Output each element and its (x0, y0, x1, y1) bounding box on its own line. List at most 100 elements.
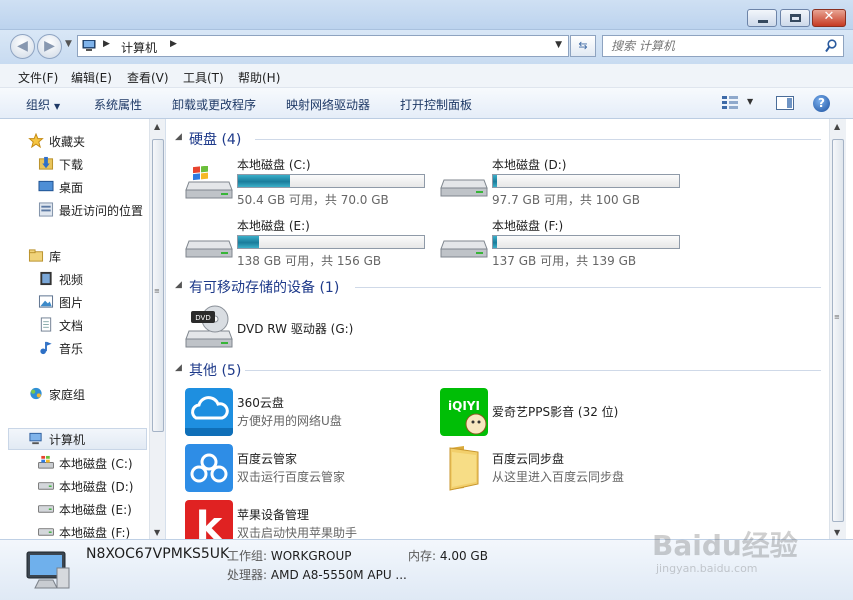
app-description: 从这里进入百度云同步盘 (492, 470, 625, 484)
drive-usage-bar (237, 174, 425, 188)
breadcrumb-separator-icon[interactable]: ▶ (103, 39, 110, 49)
drive-name: 本地磁盘 (D:) (492, 158, 567, 172)
navigation-scrollbar[interactable]: ▲ ≡ ▼ (149, 119, 165, 539)
hard-drive-icon (440, 240, 488, 258)
group-divider (255, 139, 821, 140)
search-box[interactable] (602, 35, 844, 57)
group-title: 有可移动存储的设备 (1) (189, 280, 340, 296)
collapse-caret-icon[interactable]: ◢ (175, 280, 182, 290)
collapse-caret-icon[interactable]: ◢ (175, 132, 182, 142)
scroll-thumb[interactable] (152, 139, 164, 432)
recent-places-icon (38, 202, 54, 217)
nav-label: 桌面 (59, 181, 84, 195)
breadcrumb-computer[interactable]: 计算机 (121, 39, 157, 56)
address-row: ◀ ▶ ▼ ▶ 计算机 ▶ ▼ ⇆ (0, 30, 853, 64)
drive-tile-f[interactable]: 本地磁盘 (F:) 137 GB 可用，共 139 GB (440, 217, 690, 272)
search-input[interactable] (603, 36, 813, 56)
menu-edit[interactable]: 编辑(E) (71, 69, 112, 86)
app-iqiyi[interactable]: iQIYI 爱奇艺PPS影音 (32 位) (440, 388, 690, 438)
nav-computer[interactable]: 计算机 (8, 428, 147, 450)
drive-name: 本地磁盘 (C:) (237, 158, 311, 172)
hard-drive-icon (38, 528, 54, 536)
menu-help[interactable]: 帮助(H) (238, 69, 280, 86)
breadcrumb-separator-icon[interactable]: ▶ (170, 39, 177, 49)
menu-bar: 文件(F) 编辑(E) 查看(V) 工具(T) 帮助(H) (0, 64, 853, 88)
maximize-button[interactable] (780, 9, 810, 27)
dvd-drive-icon: DVD (185, 305, 233, 348)
scroll-down-icon[interactable]: ▼ (154, 528, 160, 537)
change-view-icon[interactable] (722, 96, 740, 110)
computer-icon (29, 432, 42, 445)
video-icon (40, 271, 52, 286)
drive-name: 本地磁盘 (E:) (237, 219, 310, 233)
group-header-removable[interactable]: ◢ 有可移动存储的设备 (1) (175, 277, 821, 297)
uninstall-program-button[interactable]: 卸载或更改程序 (172, 96, 256, 113)
content-scrollbar[interactable]: ▲ ≡ ▼ (829, 119, 846, 539)
map-network-drive-button[interactable]: 映射网络驱动器 (286, 96, 370, 113)
nav-label: 音乐 (59, 342, 84, 356)
scroll-thumb[interactable] (832, 139, 844, 522)
view-options-dropdown-icon[interactable]: ▼ (747, 97, 753, 106)
system-properties-button[interactable]: 系统属性 (94, 96, 142, 113)
app-name: 苹果设备管理 (237, 508, 310, 522)
app-name: 360云盘 (237, 396, 284, 410)
close-button[interactable]: ✕ (812, 9, 846, 27)
baidu-cloud-icon (185, 444, 233, 492)
address-dropdown-icon[interactable]: ▼ (555, 40, 562, 50)
drive-usage-fill (493, 175, 498, 187)
hard-drive-icon (440, 179, 488, 197)
scroll-down-icon[interactable]: ▼ (834, 528, 840, 537)
app-baidu-cloud[interactable]: 百度云管家 双击运行百度云管家 (185, 444, 435, 494)
nav-label: 收藏夹 (49, 135, 86, 149)
recent-pages-button[interactable]: ▼ (65, 39, 72, 49)
menu-file[interactable]: 文件(F) (18, 69, 58, 86)
libraries-icon (28, 249, 44, 262)
dvd-drive-tile[interactable]: DVD DVD RW 驱动器 (G:) (185, 305, 435, 353)
group-header-hard-disks[interactable]: ◢ 硬盘 (4) (175, 129, 821, 149)
menu-tools[interactable]: 工具(T) (183, 69, 224, 86)
drive-tile-e[interactable]: 本地磁盘 (E:) 138 GB 可用，共 156 GB (185, 217, 435, 272)
computer-icon (82, 40, 96, 51)
processor-value: AMD A8-5550M APU ... (270, 568, 407, 582)
organize-button[interactable]: 组织 ▼ (26, 96, 60, 113)
group-header-other[interactable]: ◢ 其他 (5) (175, 360, 821, 380)
memory-label: 内存: (408, 549, 437, 563)
forward-button[interactable]: ▶ (37, 34, 62, 59)
windows-drive-icon (185, 166, 233, 199)
open-control-panel-button[interactable]: 打开控制面板 (400, 96, 472, 113)
app-name: 爱奇艺PPS影音 (32 位) (492, 405, 619, 419)
app-baidu-sync[interactable]: 百度云同步盘 从这里进入百度云同步盘 (440, 444, 690, 494)
homegroup-icon (30, 387, 42, 400)
computer-name: N8XOC67VPMKS5UK (86, 546, 230, 562)
scroll-up-icon[interactable]: ▲ (154, 122, 160, 131)
nav-label: 最近访问的位置 (59, 204, 144, 218)
collapse-caret-icon[interactable]: ◢ (175, 363, 182, 373)
nav-label: 本地磁盘 (E:) (59, 503, 132, 517)
address-bar[interactable]: ▶ 计算机 ▶ ▼ (77, 35, 569, 57)
windows-drive-icon (38, 455, 54, 469)
group-title: 硬盘 (4) (189, 132, 242, 148)
refresh-button[interactable]: ⇆ (570, 35, 596, 57)
workgroup-value: WORKGROUP (270, 549, 352, 563)
app-360-cloud[interactable]: 360云盘 方便好用的网络U盘 (185, 388, 435, 438)
back-button[interactable]: ◀ (10, 34, 35, 59)
nav-label: 视频 (59, 273, 84, 287)
content-pane: ◢ 硬盘 (4) 本地磁盘 (C:) 50.4 GB 可用，共 70.0 GB … (167, 119, 829, 539)
help-icon[interactable]: ? (813, 95, 830, 112)
preview-pane-icon[interactable] (776, 96, 794, 110)
back-arrow-icon: ◀ (17, 38, 28, 54)
navigation-pane: 收藏夹 下载 桌面 最近访问的位置 库 视频 图片 文档 音乐 家庭组 计算机 (0, 119, 166, 539)
star-icon (28, 133, 44, 148)
menu-view[interactable]: 查看(V) (127, 69, 169, 86)
search-icon[interactable] (825, 39, 837, 53)
scroll-up-icon[interactable]: ▲ (834, 122, 840, 131)
drive-tile-c[interactable]: 本地磁盘 (C:) 50.4 GB 可用，共 70.0 GB (185, 156, 435, 211)
music-note-icon (40, 341, 52, 355)
nav-label: 计算机 (49, 433, 86, 447)
drive-tile-d[interactable]: 本地磁盘 (D:) 97.7 GB 可用，共 100 GB (440, 156, 690, 211)
hard-drive-icon (185, 240, 233, 258)
app-apple-device-manager[interactable]: k 苹果设备管理 双击启动快用苹果助手 (185, 500, 435, 539)
hard-drive-icon (38, 505, 54, 513)
minimize-button[interactable] (747, 9, 777, 27)
chevron-down-icon: ▼ (54, 102, 61, 111)
